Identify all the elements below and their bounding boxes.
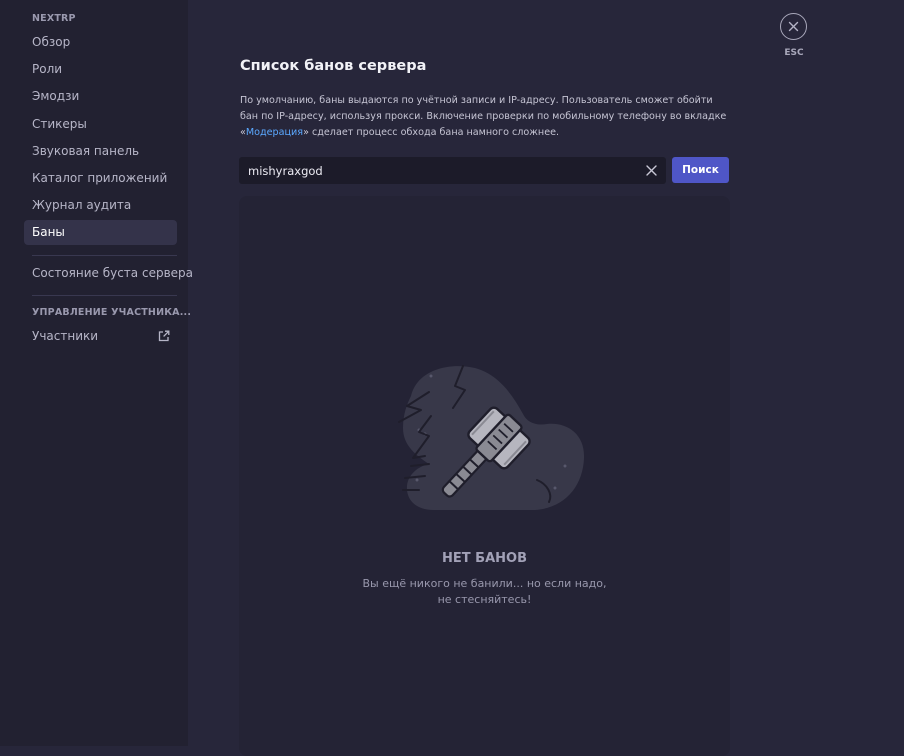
sidebar-item-roles[interactable]: Роли bbox=[24, 57, 177, 82]
clear-icon[interactable] bbox=[645, 164, 658, 177]
sidebar-item-members[interactable]: Участники bbox=[24, 324, 177, 349]
members-section-header: УПРАВЛЕНИЕ УЧАСТНИКА... bbox=[32, 307, 192, 318]
server-name-header: NEXTRP bbox=[32, 13, 76, 24]
sidebar-divider bbox=[32, 255, 177, 256]
search-button[interactable]: Поиск bbox=[672, 157, 729, 183]
close-icon bbox=[788, 21, 799, 32]
empty-state-title: НЕТ БАНОВ bbox=[442, 551, 527, 566]
bans-list-panel: НЕТ БАНОВ Вы ещё никого не банили... но … bbox=[239, 196, 730, 756]
page-title: Список банов сервера bbox=[240, 58, 427, 74]
ban-hammer-illustration bbox=[398, 365, 585, 510]
close-button[interactable] bbox=[780, 13, 807, 40]
description-text: » сделает процесс обхода бана намного сл… bbox=[303, 127, 560, 138]
sidebar-item-overview[interactable]: Обзор bbox=[24, 30, 177, 55]
esc-label: ESC bbox=[784, 48, 804, 58]
sidebar-item-label: Участники bbox=[32, 329, 99, 343]
sidebar-item-soundboard[interactable]: Звуковая панель bbox=[24, 139, 177, 164]
sidebar-item-audit-log[interactable]: Журнал аудита bbox=[24, 193, 177, 218]
sidebar-item-bans[interactable]: Баны bbox=[24, 220, 177, 245]
search-input[interactable] bbox=[239, 157, 634, 184]
empty-state-text: Вы ещё никого не банили... но если надо,… bbox=[362, 577, 607, 606]
bans-description: По умолчанию, баны выдаются по учётной з… bbox=[240, 93, 730, 141]
external-link-icon bbox=[158, 330, 170, 342]
sidebar-item-stickers[interactable]: Стикеры bbox=[24, 112, 177, 137]
sidebar-item-server-boost-status[interactable]: Состояние буста сервера bbox=[24, 261, 193, 286]
sidebar-item-app-directory[interactable]: Каталог приложений bbox=[24, 166, 177, 191]
moderation-link[interactable]: Модерация bbox=[246, 127, 303, 138]
sidebar-item-emoji[interactable]: Эмодзи bbox=[24, 84, 177, 109]
settings-sidebar: NEXTRP Обзор Роли Эмодзи Стикеры Звукова… bbox=[0, 0, 193, 746]
search-box bbox=[239, 157, 666, 184]
sidebar-divider bbox=[32, 295, 177, 296]
